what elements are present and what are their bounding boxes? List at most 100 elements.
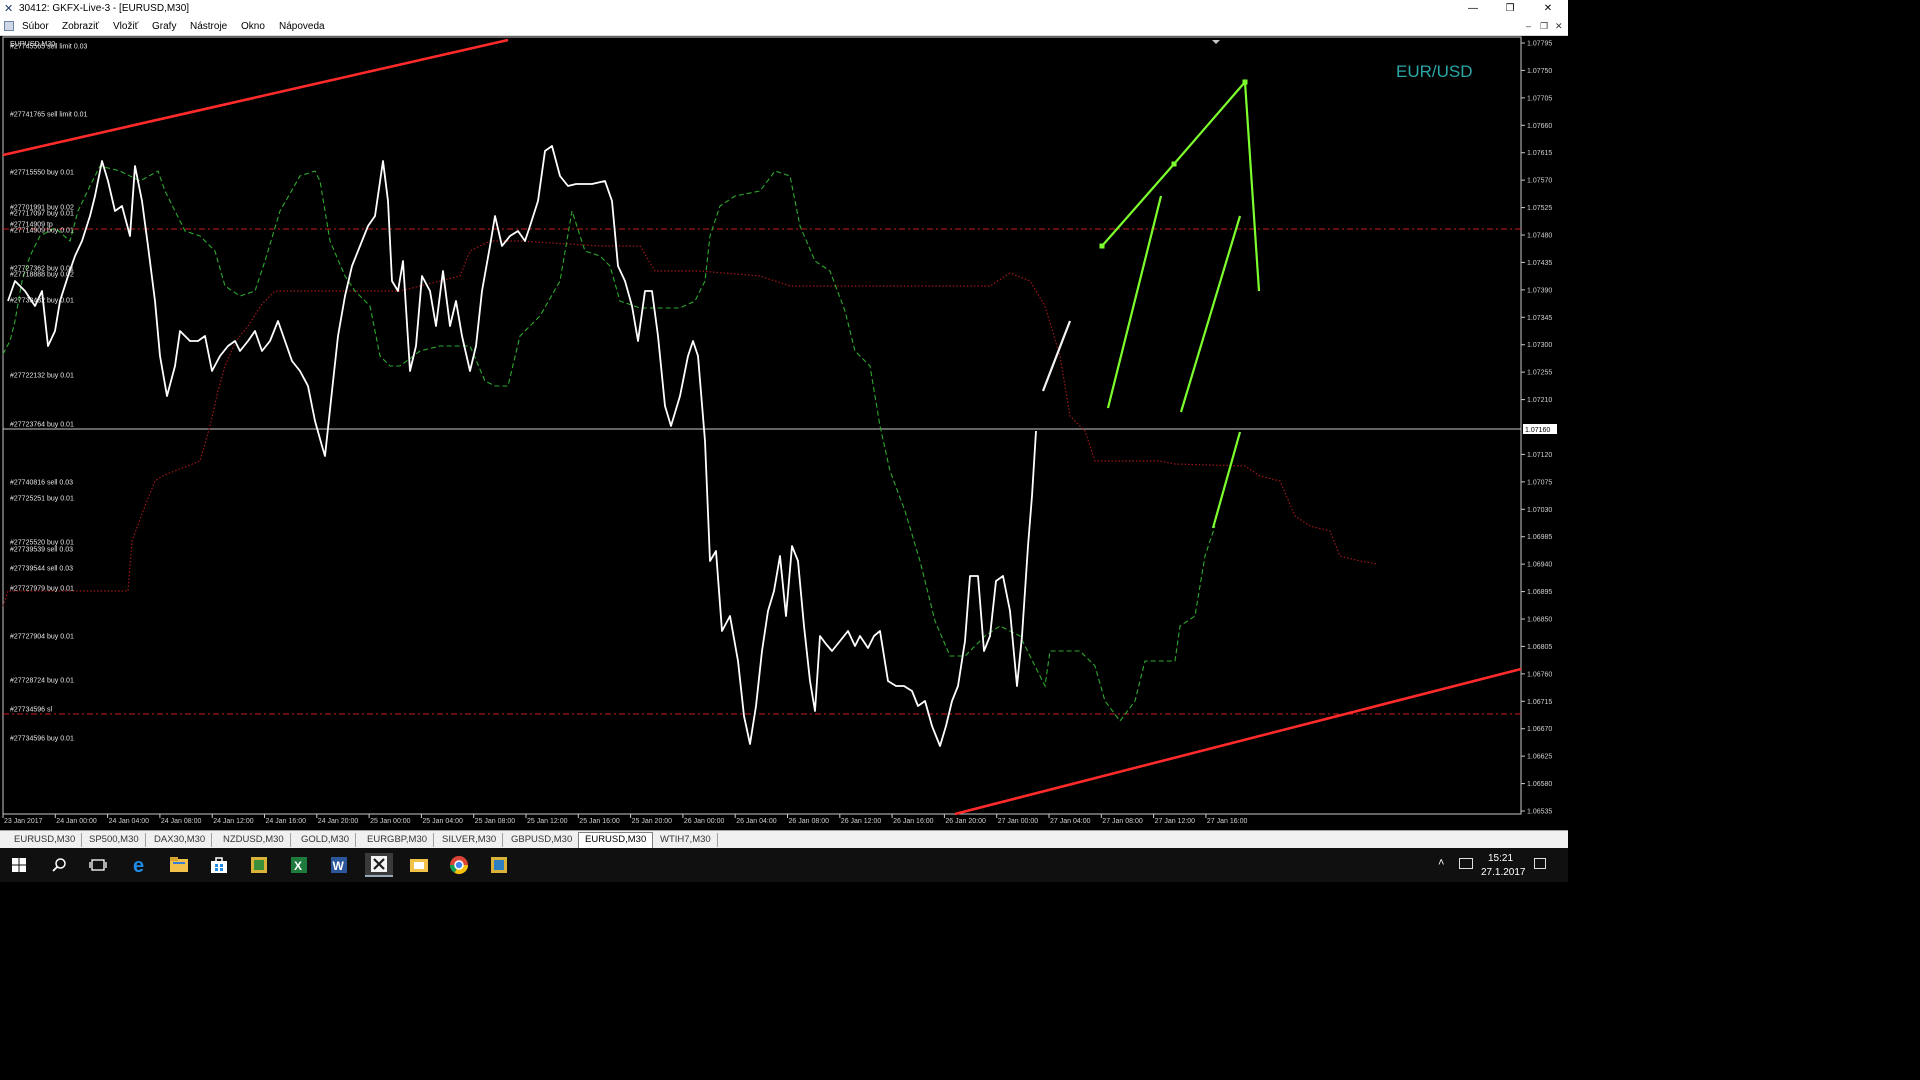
clock-date[interactable]: 27.1.2017 (1481, 867, 1526, 878)
tab-eurusd-m30[interactable]: EURUSD,M30 (8, 833, 83, 847)
menu-tools[interactable]: Nástroje (190, 21, 227, 32)
time-tick-label: 27 Jan 08:00 (1102, 818, 1143, 825)
order-label: #27739544 sell 0.03 (10, 566, 73, 573)
time-tick-label: 24 Jan 08:00 (161, 818, 202, 825)
edge-icon[interactable]: e (126, 853, 154, 877)
time-tick-label: 23 Jan 2017 (4, 818, 43, 825)
chart-canvas[interactable]: 1.07795 1.07750 1.07705 1.07660 1.07615 1.075… (0, 36, 1568, 830)
price-tick-label: 1.07030 (1527, 507, 1552, 514)
restore-button[interactable]: ❐ (1491, 0, 1529, 18)
order-label: #27740816 sell 0.03 (10, 480, 73, 487)
tab-sp500-m30[interactable]: SP500,M30 (83, 833, 146, 847)
start-windows-icon[interactable] (5, 853, 33, 877)
order-label: #27734596 buy 0.01 (10, 736, 74, 743)
time-tick-label: 24 Jan 00:00 (56, 818, 97, 825)
order-label: #27734596 sl (10, 707, 52, 714)
order-label: #27722132 buy 0.01 (10, 373, 74, 380)
price-tick-label: 1.07255 (1527, 370, 1552, 377)
task-view-icon[interactable] (84, 853, 112, 877)
menu-insert[interactable]: Vložiť (113, 21, 138, 32)
chart-symbol-label: EURUSD,M30 (10, 41, 55, 48)
order-label: #27715550 buy 0.01 (10, 170, 74, 177)
order-label: #27728724 buy 0.01 (10, 678, 74, 685)
notifications-icon[interactable] (1534, 858, 1546, 869)
store-icon[interactable] (205, 853, 233, 877)
drawing-anchor-point[interactable] (1242, 79, 1248, 85)
tab-gbpusd-m30[interactable]: GBPUSD,M30 (505, 833, 580, 847)
chart-tab-strip: EURUSD,M30 SP500,M30 DAX30,M30 NZDUSD,M3… (0, 830, 1568, 849)
menu-view[interactable]: Zobraziť (62, 21, 99, 32)
time-tick-label: 26 Jan 04:00 (736, 818, 777, 825)
price-tick-label: 1.07435 (1527, 260, 1552, 267)
tab-eurgbp-m30[interactable]: EURGBP,M30 (361, 833, 435, 847)
tab-silver-m30[interactable]: SILVER,M30 (436, 833, 504, 847)
close-button[interactable]: ✕ (1529, 0, 1567, 18)
tab-eurusd-m30-active[interactable]: EURUSD,M30 (578, 832, 654, 848)
order-label: #27739539 sell 0.03 (10, 547, 73, 554)
tab-gold-m30[interactable]: GOLD,M30 (295, 833, 357, 847)
menu-charts[interactable]: Grafy (152, 21, 176, 32)
order-label: #27714909 buy 0.01 (10, 228, 74, 235)
order-label: #27727979 buy 0.01 (10, 586, 74, 593)
window-title: 30412: GKFX-Live-3 - [EURUSD,M30] (19, 3, 190, 14)
file-explorer-icon[interactable] (165, 853, 193, 877)
tab-nzdusd-m30[interactable]: NZDUSD,M30 (217, 833, 291, 847)
drawing-anchor-point[interactable] (1171, 161, 1177, 167)
svg-text:X: X (294, 859, 302, 873)
time-tick-label: 24 Jan 16:00 (266, 818, 307, 825)
current-price-value: 1.07160 (1525, 427, 1550, 434)
time-axis: 23 Jan 2017 24 Jan 00:00 24 Jan 04:00 24 Ja… (2, 814, 1247, 825)
tray-expand-icon[interactable]: ˄ (1438, 857, 1444, 869)
menu-window[interactable]: Okno (241, 21, 265, 32)
metatrader-icon[interactable] (365, 853, 393, 877)
price-chart[interactable]: 1.07795 1.07750 1.07705 1.07660 1.07615 1.075… (0, 36, 1568, 830)
app-icon[interactable] (245, 853, 273, 877)
clock-time[interactable]: 15:21 (1488, 853, 1513, 864)
price-tick-label: 1.06895 (1527, 589, 1552, 596)
price-tick-label: 1.06670 (1527, 726, 1552, 733)
order-label: #27733432 buy 0.01 (10, 298, 74, 305)
tab-dax30-m30[interactable]: DAX30,M30 (148, 833, 213, 847)
time-tick-label: 24 Jan 04:00 (109, 818, 150, 825)
time-tick-label: 26 Jan 16:00 (893, 818, 934, 825)
chart-window-icon[interactable] (4, 21, 14, 31)
mdi-restore-button[interactable]: ❐ (1540, 21, 1548, 32)
price-tick-label: 1.07795 (1527, 41, 1552, 48)
minimize-button[interactable]: — (1454, 0, 1492, 18)
app-icon[interactable] (485, 853, 513, 877)
time-tick-label: 25 Jan 00:00 (370, 818, 411, 825)
time-tick-label: 25 Jan 12:00 (527, 818, 568, 825)
mail-folder-icon[interactable] (405, 853, 433, 877)
menu-file[interactable]: Súbor (22, 21, 49, 32)
time-tick-label: 26 Jan 08:00 (789, 818, 830, 825)
price-tick-label: 1.06625 (1527, 754, 1552, 761)
mdi-minimize-button[interactable]: – (1526, 21, 1531, 31)
menu-help[interactable]: Nápoveda (279, 21, 325, 32)
order-label: #27725520 buy 0.01 (10, 540, 74, 547)
network-icon[interactable] (1459, 858, 1473, 869)
svg-text:e: e (133, 855, 144, 875)
price-tick-label: 1.06940 (1527, 562, 1552, 569)
price-tick-label: 1.07525 (1527, 205, 1552, 212)
chrome-icon[interactable] (445, 853, 473, 877)
time-tick-label: 26 Jan 00:00 (684, 818, 725, 825)
time-tick-label: 27 Jan 00:00 (998, 818, 1039, 825)
price-tick-label: 1.06715 (1527, 699, 1552, 706)
price-tick-label: 1.06535 (1527, 809, 1552, 816)
word-icon[interactable]: W (325, 853, 353, 877)
excel-icon[interactable]: X (285, 853, 313, 877)
price-tick-label: 1.07705 (1527, 95, 1552, 102)
order-label: #27717097 buy 0.01 (10, 211, 74, 218)
title-bar: ✕ 30412: GKFX-Live-3 - [EURUSD,M30] — ❐ … (0, 0, 1568, 18)
time-tick-label: 25 Jan 20:00 (632, 818, 673, 825)
mdi-close-button[interactable]: ✕ (1555, 21, 1563, 32)
drawing-anchor-point[interactable] (1099, 243, 1105, 249)
time-tick-label: 25 Jan 04:00 (422, 818, 463, 825)
svg-text:W: W (333, 859, 345, 873)
time-tick-label: 25 Jan 08:00 (475, 818, 516, 825)
tab-wtih7-m30[interactable]: WTIH7,M30 (654, 833, 718, 847)
price-tick-label: 1.06850 (1527, 617, 1552, 624)
time-tick-label: 26 Jan 20:00 (945, 818, 986, 825)
price-tick-label: 1.07660 (1527, 123, 1552, 130)
search-icon[interactable] (45, 853, 73, 877)
